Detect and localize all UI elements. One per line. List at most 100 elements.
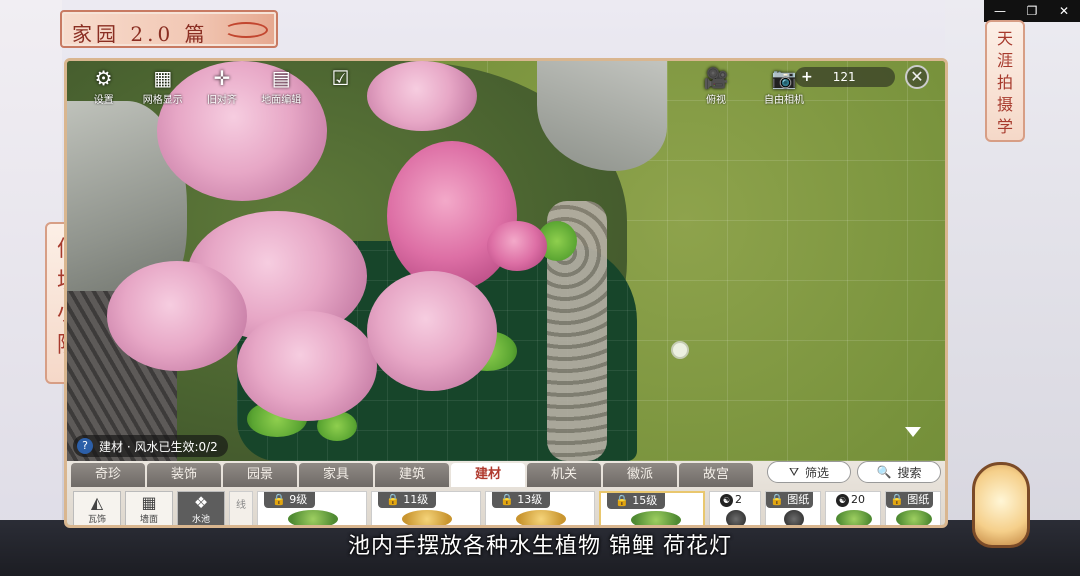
lock-text: 13级 xyxy=(517,493,543,506)
brick-wall-icon: ▦ xyxy=(141,493,157,512)
item-thumbnail xyxy=(784,510,804,525)
tab-jianzhu[interactable]: 建筑 xyxy=(375,463,449,487)
item-slot-selected[interactable]: 🔒 15级 xyxy=(599,491,705,525)
grid-toggle-button[interactable]: ▦ 网格显示 xyxy=(136,61,189,109)
lock-text: 图纸 xyxy=(907,493,930,506)
checklist-icon: ☑ xyxy=(331,66,350,90)
lock-text: 9级 xyxy=(289,493,308,506)
gear-icon: ⚙ xyxy=(94,66,113,90)
item-list: 线 🔒 9级 🔒 11级 🔒 13级 🔒 15级 ☯ 2 🔒 图纸 ☯ 20 🔒… xyxy=(229,491,941,525)
lock-icon: 🔒 xyxy=(890,493,904,506)
banner-title: 家园 2.0 篇 xyxy=(72,22,209,46)
tab-jiaju[interactable]: 家具 xyxy=(299,463,373,487)
settings-button[interactable]: ⚙ 设置 xyxy=(77,61,130,109)
currency-counter[interactable]: + 121 xyxy=(795,67,895,87)
tab-zhuangshi[interactable]: 装饰 xyxy=(147,463,221,487)
item-slot[interactable]: 🔒 11级 xyxy=(371,491,481,525)
level-lock-badge: 🔒 13级 xyxy=(492,492,551,508)
label-char: 天 xyxy=(996,29,1013,48)
tool-label: 设置 xyxy=(93,95,114,106)
add-currency-icon[interactable]: + xyxy=(801,69,813,85)
item-thumbnail xyxy=(726,510,746,525)
label-char: 涯 xyxy=(996,51,1013,70)
label-char: 拍 xyxy=(996,73,1013,92)
subtab-label: 墙面 xyxy=(139,515,158,525)
video-subtitle: 池内手摆放各种水生植物 锦鲤 荷花灯 xyxy=(348,534,732,559)
item-slot[interactable]: 🔒 13级 xyxy=(485,491,595,525)
search-label: 搜索 xyxy=(897,465,922,480)
level-lock-badge: 🔒 15级 xyxy=(607,493,666,509)
cost-text: 20 xyxy=(851,493,865,506)
filter-label: 筛选 xyxy=(805,465,830,480)
title-banner: 家园 2.0 篇 xyxy=(60,10,278,48)
level-lock-badge: 🔒 9级 xyxy=(264,492,316,508)
subcategory-tabs: ◭ 瓦饰 ▦ 墙面 ❖ 水池 xyxy=(73,491,225,525)
subtab-label: 瓦饰 xyxy=(87,515,106,525)
item-stub[interactable]: 线 xyxy=(229,491,253,525)
item-slot[interactable]: 🔒 9级 xyxy=(257,491,367,525)
blueprint-lock-badge: 🔒 图纸 xyxy=(886,492,934,508)
game-frame: ⚙ 设置 ▦ 网格显示 ✛ 旧对齐 ▤ 地面编辑 ☑ 🎥 俯视 📷 自由相机 +… xyxy=(64,58,948,528)
item-thumbnail xyxy=(631,511,681,525)
cost-text: 2 xyxy=(735,493,742,506)
item-slot[interactable]: ☯ 20 xyxy=(825,491,881,525)
cherry-blossom-tree xyxy=(367,61,477,131)
camera-icon: 📷 xyxy=(771,66,797,90)
item-slot[interactable]: 🔒 图纸 xyxy=(765,491,821,525)
expand-arrow-icon[interactable] xyxy=(905,427,921,437)
coin-icon: ☯ xyxy=(836,494,849,507)
lock-icon: 🔒 xyxy=(615,494,629,507)
item-thumbnail xyxy=(402,510,452,525)
pond-icon: ❖ xyxy=(193,493,209,512)
scene-viewport[interactable]: ⚙ 设置 ▦ 网格显示 ✛ 旧对齐 ▤ 地面编辑 ☑ 🎥 俯视 📷 自由相机 +… xyxy=(67,61,945,461)
window-controls: — ❐ ✕ xyxy=(984,0,1080,22)
checklist-button[interactable]: ☑ xyxy=(314,61,367,109)
label-char: 摄 xyxy=(996,95,1013,114)
toolbar-left: ⚙ 设置 ▦ 网格显示 ✛ 旧对齐 ▤ 地面编辑 ☑ xyxy=(67,61,367,111)
currency-amount: 121 xyxy=(832,70,856,84)
tab-qizhen[interactable]: 奇珍 xyxy=(71,463,145,487)
video-camera-icon: 🎥 xyxy=(703,66,729,90)
tool-label: 自由相机 xyxy=(764,95,804,106)
help-icon[interactable]: ? xyxy=(77,438,93,454)
ground-edit-button[interactable]: ▤ 地面编辑 xyxy=(255,61,308,109)
label-char: 学 xyxy=(996,117,1013,136)
tab-gugong[interactable]: 故宫 xyxy=(679,463,753,487)
subtab-label: 水池 xyxy=(191,515,210,525)
crosshair-icon: ✛ xyxy=(213,66,231,90)
tab-jiguan[interactable]: 机关 xyxy=(527,463,601,487)
item-slot[interactable]: ☯ 2 xyxy=(709,491,761,525)
subtab-wall-tile[interactable]: ◭ 瓦饰 xyxy=(73,491,121,525)
lock-text: 图纸 xyxy=(787,493,810,506)
swirl-ornament-icon xyxy=(224,22,268,38)
align-button[interactable]: ✛ 旧对齐 xyxy=(195,61,248,109)
placement-cursor[interactable] xyxy=(671,341,689,359)
top-view-button[interactable]: 🎥 俯视 xyxy=(687,61,745,109)
cost-badge: ☯ 2 xyxy=(714,492,748,508)
fengshui-status: ? 建材 · 风水已生效:0/2 xyxy=(73,435,228,457)
lock-text: 11级 xyxy=(403,493,429,506)
cherry-blossom-tree xyxy=(387,141,517,291)
minimize-icon[interactable]: — xyxy=(984,0,1016,22)
tool-label: 网格显示 xyxy=(142,95,183,106)
grid-icon: ▦ xyxy=(153,66,173,90)
subtab-wall[interactable]: ▦ 墙面 xyxy=(125,491,173,525)
vertical-label-right: 天 涯 拍 摄 学 xyxy=(985,20,1025,142)
filter-button[interactable]: ⛛ 筛选 xyxy=(767,461,851,483)
close-window-icon[interactable]: ✕ xyxy=(1048,0,1080,22)
tool-label: 旧对齐 xyxy=(207,95,237,106)
tile-ornament-icon: ◭ xyxy=(90,493,104,512)
cost-badge: ☯ 20 xyxy=(830,492,871,508)
item-thumbnail xyxy=(516,510,566,525)
close-button[interactable]: ✕ xyxy=(905,65,929,89)
cherry-blossom-tree xyxy=(107,261,247,371)
level-lock-badge: 🔒 11级 xyxy=(378,492,437,508)
item-slot[interactable]: 🔒 图纸 xyxy=(885,491,941,525)
lock-icon: 🔒 xyxy=(386,493,400,506)
tab-yuanjing[interactable]: 园景 xyxy=(223,463,297,487)
search-button[interactable]: 🔍 搜索 xyxy=(857,461,941,483)
tab-jiancai[interactable]: 建材 xyxy=(451,463,525,487)
subtab-pond[interactable]: ❖ 水池 xyxy=(177,491,225,525)
maximize-icon[interactable]: ❐ xyxy=(1016,0,1048,22)
tab-huipai[interactable]: 徽派 xyxy=(603,463,677,487)
